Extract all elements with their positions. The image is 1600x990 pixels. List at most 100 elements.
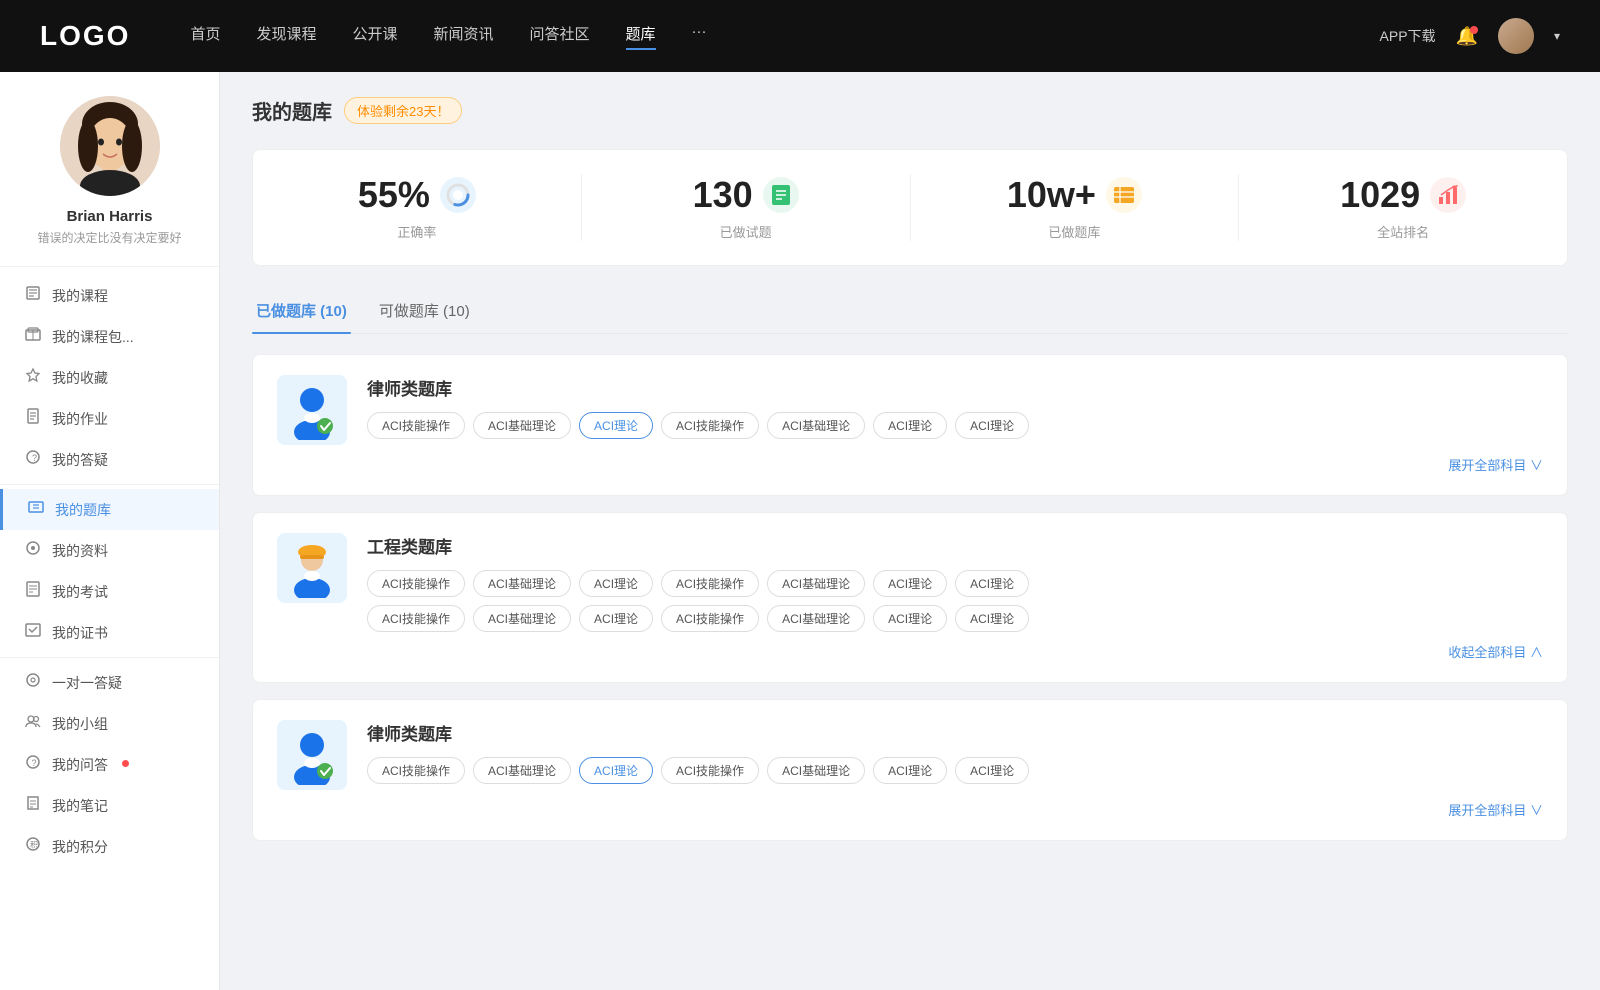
sidebar-item-homework[interactable]: 我的作业 [0, 398, 219, 439]
stat-accuracy: 55% 正确率 [253, 174, 582, 241]
eng-tag-2[interactable]: ACI基础理论 [473, 570, 571, 597]
law2-tag-3-selected[interactable]: ACI理论 [579, 757, 653, 784]
nav-news[interactable]: 新闻资讯 [434, 23, 494, 50]
expand-link-lawyer-2[interactable]: 展开全部科目 ∨ [1448, 803, 1543, 818]
sidebar-item-course-package[interactable]: 我的课程包... [0, 316, 219, 357]
sidebar-item-label-notes: 我的笔记 [52, 796, 108, 816]
notification-bell[interactable]: 🔔 [1456, 26, 1478, 47]
nav-qbank[interactable]: 题库 [626, 23, 656, 50]
sidebar-item-my-questions[interactable]: ? 我的问答 [0, 744, 219, 785]
qbank-card-lawyer-2-footer: 展开全部科目 ∨ [277, 800, 1543, 820]
question-notification-dot [122, 760, 129, 767]
expand-link-lawyer-1[interactable]: 展开全部科目 ∨ [1448, 458, 1543, 473]
eng-tag-1[interactable]: ACI技能操作 [367, 570, 465, 597]
stat-rank: 1029 全站排名 [1239, 174, 1567, 241]
sidebar-avatar-wrap [60, 96, 160, 196]
my-courses-icon [24, 285, 42, 306]
nav-right: APP下载 🔔 ▾ [1380, 18, 1560, 54]
eng-tag-10[interactable]: ACI理论 [579, 605, 653, 632]
sidebar-item-label-exam: 我的考试 [52, 582, 108, 602]
qbank-lawyer-2-icon [277, 720, 347, 790]
sidebar-item-label-qa: 我的答疑 [52, 450, 108, 470]
law2-tag-4[interactable]: ACI技能操作 [661, 757, 759, 784]
notification-dot [1470, 26, 1478, 34]
sidebar-item-group[interactable]: 我的小组 [0, 703, 219, 744]
qbank-card-engineer-top: 工程类题库 ACI技能操作 ACI基础理论 ACI理论 ACI技能操作 ACI基… [277, 533, 1543, 632]
stat-banks-done-label: 已做题库 [911, 222, 1239, 241]
main-layout: Brian Harris 错误的决定比没有决定要好 我的课程 我的课程包... [0, 72, 1600, 990]
sidebar-item-points[interactable]: 积 我的积分 [0, 826, 219, 867]
tab-done-banks[interactable]: 已做题库 (10) [252, 290, 351, 333]
sidebar-item-qa-my[interactable]: ? 我的答疑 [0, 439, 219, 480]
lawyer-svg-icon [287, 380, 337, 440]
eng-tag-4[interactable]: ACI技能操作 [661, 570, 759, 597]
eng-tag-14[interactable]: ACI理论 [955, 605, 1029, 632]
accuracy-icon [440, 177, 476, 213]
nav-home[interactable]: 首页 [190, 23, 220, 50]
qbank-card-lawyer-2-top: 律师类题库 ACI技能操作 ACI基础理论 ACI理论 ACI技能操作 ACI基… [277, 720, 1543, 790]
navbar: LOGO 首页 发现课程 公开课 新闻资讯 问答社区 题库 ··· APP下载 … [0, 0, 1600, 72]
eng-tag-13[interactable]: ACI理论 [873, 605, 947, 632]
sidebar: Brian Harris 错误的决定比没有决定要好 我的课程 我的课程包... [0, 72, 220, 990]
sidebar-divider-2 [0, 657, 219, 658]
nav-more[interactable]: ··· [692, 23, 707, 50]
tag-2[interactable]: ACI基础理论 [473, 412, 571, 439]
sidebar-item-exam[interactable]: 我的考试 [0, 571, 219, 612]
law2-tag-7[interactable]: ACI理论 [955, 757, 1029, 784]
eng-tag-5[interactable]: ACI基础理论 [767, 570, 865, 597]
sidebar-item-materials[interactable]: 我的资料 [0, 530, 219, 571]
qbank-card-lawyer-1-top: 律师类题库 ACI技能操作 ACI基础理论 ACI理论 ACI技能操作 ACI基… [277, 375, 1543, 445]
tag-5[interactable]: ACI基础理论 [767, 412, 865, 439]
law2-tag-6[interactable]: ACI理论 [873, 757, 947, 784]
eng-tag-9[interactable]: ACI基础理论 [473, 605, 571, 632]
logo: LOGO [40, 20, 130, 52]
sidebar-item-favorites[interactable]: 我的收藏 [0, 357, 219, 398]
sidebar-item-label-my-courses: 我的课程 [52, 286, 108, 306]
sidebar-item-my-courses[interactable]: 我的课程 [0, 275, 219, 316]
sidebar-item-label-one-on-one: 一对一答疑 [52, 673, 122, 693]
questions-done-icon [763, 177, 799, 213]
qbank-card-engineer-footer: 收起全部科目 ∧ [277, 642, 1543, 662]
qbank-card-lawyer-1-body: 律师类题库 ACI技能操作 ACI基础理论 ACI理论 ACI技能操作 ACI基… [367, 375, 1543, 439]
collapse-link-engineer[interactable]: 收起全部科目 ∧ [1448, 645, 1543, 660]
tag-4[interactable]: ACI技能操作 [661, 412, 759, 439]
tag-1[interactable]: ACI技能操作 [367, 412, 465, 439]
tag-3-selected[interactable]: ACI理论 [579, 412, 653, 439]
law2-tag-1[interactable]: ACI技能操作 [367, 757, 465, 784]
sidebar-item-label-certificate: 我的证书 [52, 623, 108, 643]
points-icon: 积 [24, 836, 42, 857]
app-download-link[interactable]: APP下载 [1380, 26, 1436, 46]
tag-7[interactable]: ACI理论 [955, 412, 1029, 439]
stat-accuracy-num: 55% [358, 174, 430, 216]
materials-icon [24, 540, 42, 561]
sidebar-item-qbank[interactable]: 我的题库 [0, 489, 219, 530]
eng-tag-3[interactable]: ACI理论 [579, 570, 653, 597]
tag-6[interactable]: ACI理论 [873, 412, 947, 439]
sidebar-item-label-homework: 我的作业 [52, 409, 108, 429]
sidebar-item-notes[interactable]: 我的笔记 [0, 785, 219, 826]
qbank-card-engineer-name: 工程类题库 [367, 533, 1543, 558]
nav-discover[interactable]: 发现课程 [256, 23, 316, 50]
stat-banks-done-num: 10w+ [1007, 174, 1096, 216]
group-icon [24, 713, 42, 734]
eng-tag-6[interactable]: ACI理论 [873, 570, 947, 597]
homework-icon [24, 408, 42, 429]
favorites-icon [24, 367, 42, 388]
eng-tag-7[interactable]: ACI理论 [955, 570, 1029, 597]
eng-tag-12[interactable]: ACI基础理论 [767, 605, 865, 632]
nav-qa[interactable]: 问答社区 [530, 23, 590, 50]
user-avatar[interactable] [1498, 18, 1534, 54]
user-menu-chevron[interactable]: ▾ [1554, 29, 1560, 43]
page-title: 我的题库 [252, 96, 332, 125]
sidebar-item-one-on-one[interactable]: 一对一答疑 [0, 662, 219, 703]
nav-open-course[interactable]: 公开课 [352, 23, 397, 50]
banks-done-icon [1106, 177, 1142, 213]
sidebar-item-certificate[interactable]: 我的证书 [0, 612, 219, 653]
law2-tag-5[interactable]: ACI基础理论 [767, 757, 865, 784]
tab-available-banks[interactable]: 可做题库 (10) [375, 290, 474, 333]
eng-tag-11[interactable]: ACI技能操作 [661, 605, 759, 632]
sidebar-user-name: Brian Harris [20, 208, 199, 225]
stat-accuracy-top: 55% [253, 174, 581, 216]
eng-tag-8[interactable]: ACI技能操作 [367, 605, 465, 632]
law2-tag-2[interactable]: ACI基础理论 [473, 757, 571, 784]
